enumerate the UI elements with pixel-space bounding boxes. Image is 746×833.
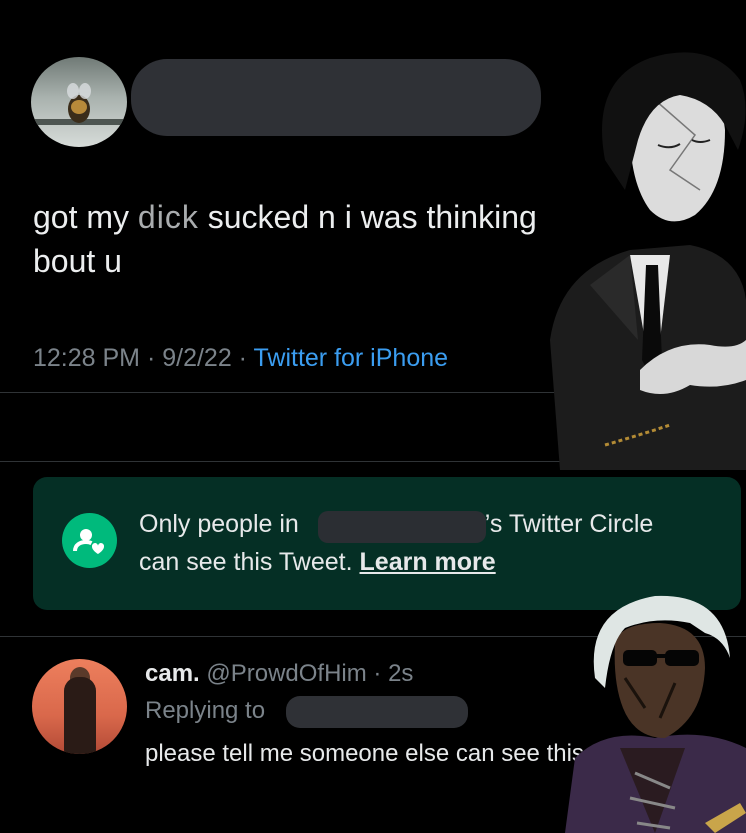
reply-icon[interactable] xyxy=(147,786,179,818)
tweet-source-link[interactable]: Twitter for iPhone xyxy=(254,344,449,372)
redacted-reply-target xyxy=(286,696,468,728)
like-icon[interactable] xyxy=(457,408,495,444)
tweet-meta: 12:28 PM · 9/2/22 · Twitter for iPhone xyxy=(33,344,448,373)
redacted-author-name xyxy=(131,59,541,136)
twitter-circle-icon xyxy=(62,513,117,568)
reply-text: please tell me someone else can see this xyxy=(145,740,584,767)
retweet-icon[interactable] xyxy=(283,410,321,444)
like-icon[interactable] xyxy=(457,786,489,818)
reply-display-name[interactable]: cam. xyxy=(145,660,200,687)
reply-avatar[interactable] xyxy=(32,659,127,754)
reply-icon[interactable] xyxy=(103,408,139,444)
bee-icon xyxy=(67,83,91,123)
reply-header: cam. @ProwdOfHim · 2s xyxy=(145,660,413,688)
redacted-circle-owner xyxy=(318,511,486,543)
smudged-word: dick xyxy=(137,199,199,235)
retweet-icon[interactable] xyxy=(300,788,334,818)
learn-more-link[interactable]: Learn more xyxy=(360,548,496,576)
tweet-timestamp: 12:28 PM · 9/2/22 · xyxy=(33,344,254,372)
replying-to-label: Replying to xyxy=(145,697,266,724)
author-avatar[interactable] xyxy=(31,57,127,147)
anime-character-sticker-sunglasses xyxy=(565,595,746,833)
anime-character-sticker-suit xyxy=(550,52,746,470)
reply-handle: @ProwdOfHim · 2s xyxy=(206,660,414,687)
